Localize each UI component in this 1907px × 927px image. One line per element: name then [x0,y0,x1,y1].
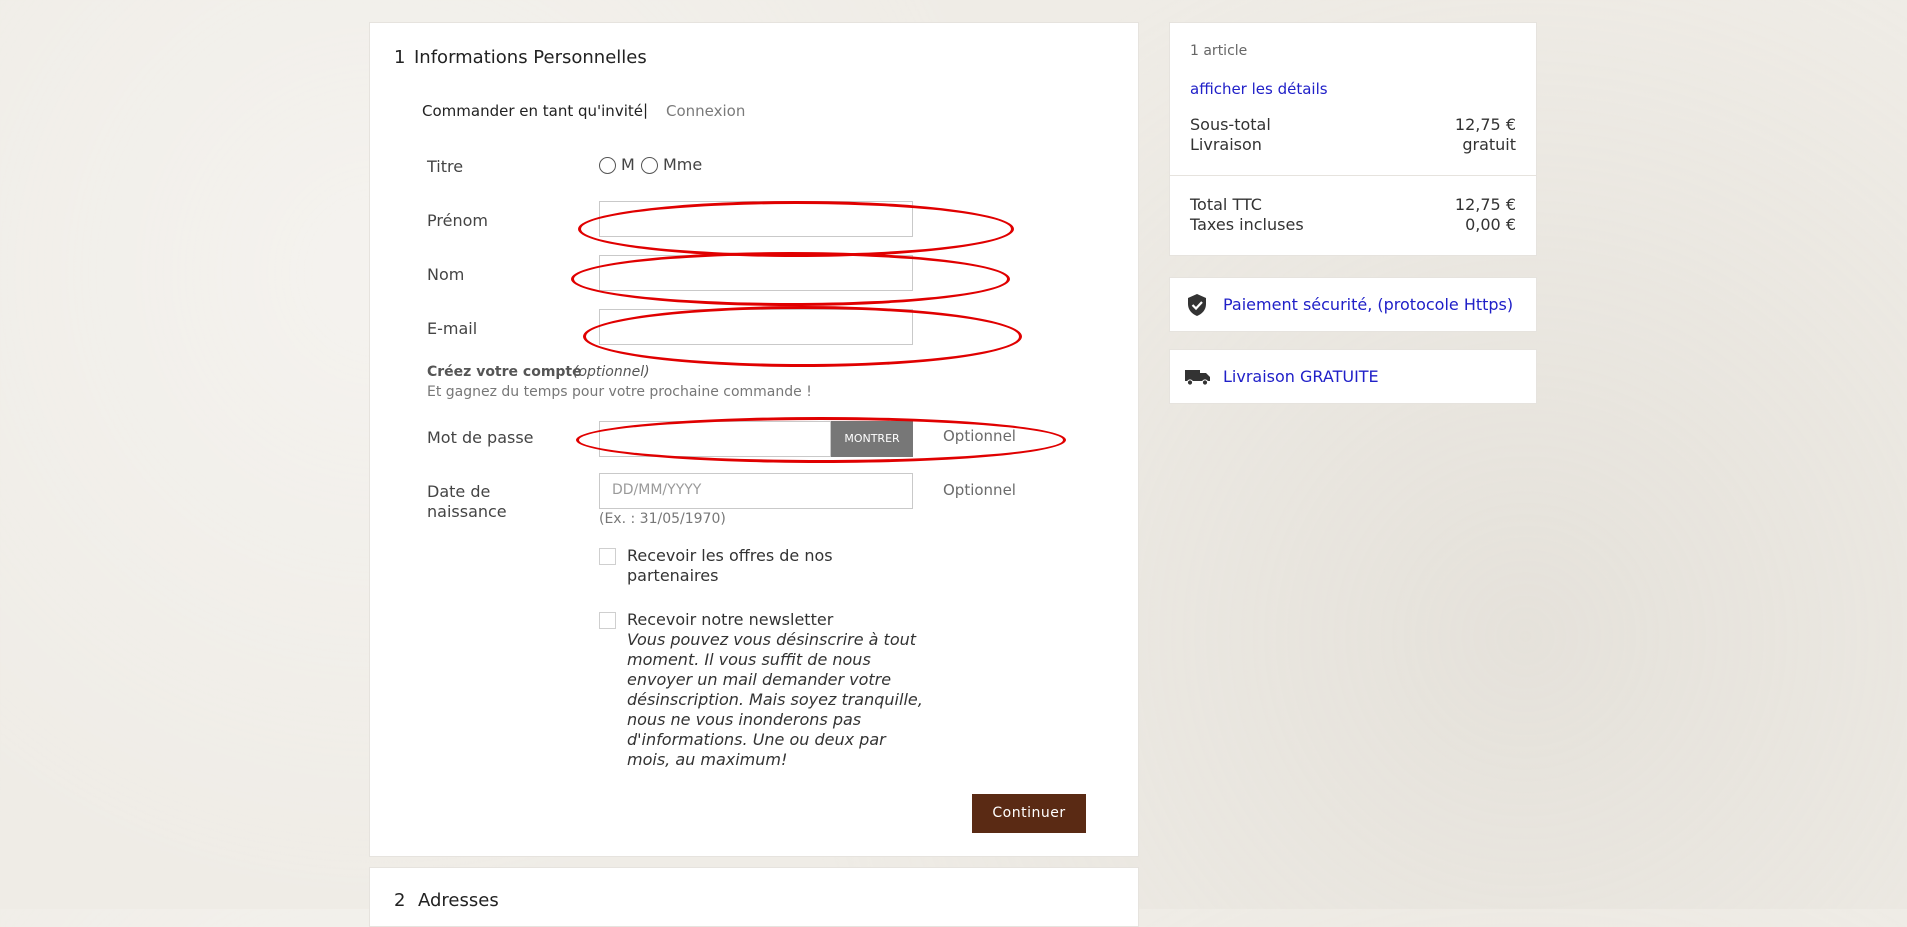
free-shipping-badge: Livraison GRATUITE [1169,349,1537,404]
tab-guest-checkout[interactable]: Commander en tant qu'invité [422,102,643,120]
firstname-input[interactable] [599,201,913,237]
newsletter-label: Recevoir notre newsletter [627,610,834,629]
create-account-hint: Et gagnez du temps pour votre prochaine … [427,384,812,400]
birthdate-placeholder: DD/MM/YYYY [612,482,702,498]
newsletter-line: nous ne vous inonderons pas [627,710,862,729]
step2-number: 2 [394,890,406,911]
total-value: 12,75 € [1454,195,1516,214]
shipping-value: gratuit [1462,135,1516,154]
partners-checkbox[interactable] [599,548,616,565]
title-option-mme-label: Mme [663,155,703,174]
step-number: 1 [394,47,406,68]
partners-label-line1: Recevoir les offres de nos [627,546,833,565]
title-label: Titre [427,157,464,176]
lastname-label: Nom [427,265,465,284]
birthdate-label-line2: naissance [427,502,507,521]
secure-payment-text: Paiement sécurité, (protocole Https) [1223,295,1514,314]
birthdate-optional-text: Optionnel [943,481,1016,499]
password-label: Mot de passe [427,428,534,447]
create-account-optional: (optionnel) [573,364,650,380]
subtotal-value: 12,75 € [1454,115,1516,134]
newsletter-line: d'informations. Une ou deux par [627,730,886,749]
step2-title: Adresses [418,890,499,911]
secure-payment-badge: Paiement sécurité, (protocole Https) [1169,277,1537,332]
article-count: 1 article [1190,43,1248,59]
birthdate-example: (Ex. : 31/05/1970) [599,511,726,527]
shield-check-icon [1186,293,1208,321]
continue-button[interactable]: Continuer [972,794,1086,833]
truck-icon [1185,368,1211,390]
create-account-heading: Créez votre compte [427,364,582,380]
show-details-link[interactable]: afficher les détails [1190,80,1328,98]
email-label: E-mail [427,319,478,338]
partners-label-line2: partenaires [627,566,719,585]
newsletter-description: Vous pouvez vous désinscrire à tout mome… [627,630,923,770]
newsletter-line: désinscription. Mais soyez tranquille, [627,690,923,709]
firstname-label: Prénom [427,211,488,230]
newsletter-line: mois, au maximum! [627,750,788,769]
tab-separator: | [643,101,649,119]
step-title: Informations Personnelles [414,47,647,68]
cart-summary: 1 article afficher les détails Sous-tota… [1169,22,1537,256]
addresses-section: 2 Adresses [369,867,1139,927]
email-input[interactable] [599,309,913,345]
tax-label: Taxes incluses [1190,215,1304,234]
title-option-m-label: M [621,155,635,174]
title-radio-m[interactable] [599,157,616,174]
free-shipping-text: Livraison GRATUITE [1223,367,1379,386]
title-radio-mme[interactable] [641,157,658,174]
newsletter-line: envoyer un mail demander votre [627,670,892,689]
birthdate-input[interactable]: DD/MM/YYYY [599,473,913,509]
summary-divider [1170,175,1536,176]
newsletter-checkbox[interactable] [599,612,616,629]
subtotal-label: Sous-total [1190,115,1271,134]
tab-login[interactable]: Connexion [666,102,745,120]
password-input[interactable] [599,421,831,457]
shipping-label: Livraison [1190,135,1262,154]
tax-value: 0,00 € [1465,215,1516,234]
birthdate-label-line1: Date de [427,482,491,501]
newsletter-line: moment. Il vous suffit de nous [627,650,871,669]
newsletter-line: Vous pouvez vous désinscrire à tout [627,630,917,649]
show-password-button[interactable]: MONTRER [831,421,913,457]
total-label: Total TTC [1190,195,1262,214]
lastname-input[interactable] [599,255,913,291]
password-optional-text: Optionnel [943,427,1016,445]
